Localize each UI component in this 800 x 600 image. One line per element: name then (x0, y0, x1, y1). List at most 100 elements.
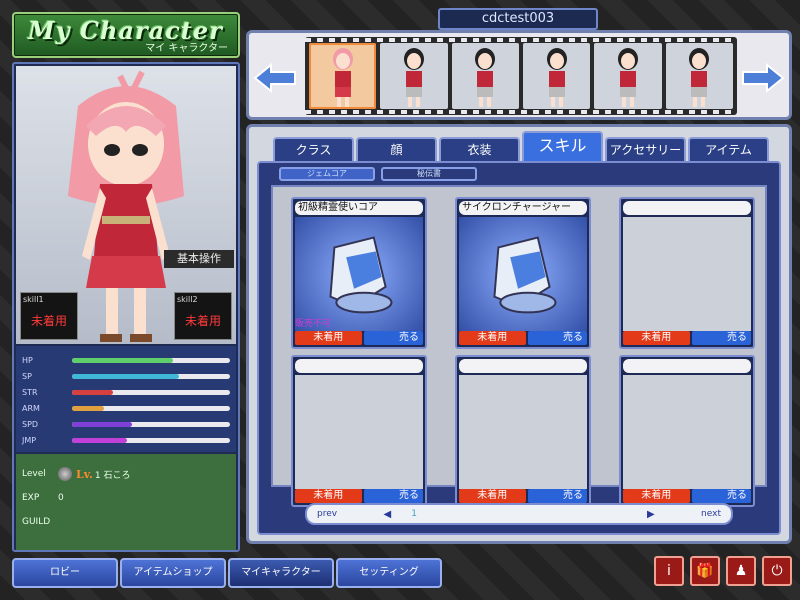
nav-button-3[interactable]: セッティング (336, 558, 442, 588)
item-artwork-icon (329, 236, 393, 314)
item-image[interactable] (623, 375, 751, 489)
nav-button-2[interactable]: マイキャラクター (228, 558, 334, 588)
item-grid: 初級精霊使いコア 販売不可 未着用 売る サイクロンチャージャー 未着用 売る 未着用 売る 未着… (271, 185, 767, 507)
item-card: 未着用 売る (291, 355, 427, 507)
item-name (459, 359, 587, 373)
tab-5[interactable]: アイテム (688, 137, 769, 163)
stat-row: JMP (22, 432, 230, 448)
pagination: prev ◀ 1 ▶ next (305, 503, 733, 525)
character-thumbnail-icon (475, 48, 496, 107)
stats-panel: HP SP STR ARM SPD JMP (16, 346, 236, 452)
inventory-panel: クラス顔衣装 スキル アクセサリー アイテム ジェムコア 秘伝書 初級精霊使いコア販売不… (246, 124, 792, 544)
info-icon[interactable]: i (654, 556, 684, 586)
stat-label: HP (22, 355, 33, 365)
stat-bar (72, 437, 230, 443)
item-name (623, 201, 751, 215)
stat-row: SPD (22, 416, 230, 432)
sell-button[interactable]: 売る (691, 489, 751, 503)
item-image[interactable] (295, 217, 423, 331)
character-slot[interactable] (594, 43, 662, 109)
unequip-button[interactable]: 未着用 (295, 331, 362, 345)
skill-slot-value: 未着用 (30, 314, 67, 328)
person-icon[interactable]: ♟ (726, 556, 756, 586)
stat-bar (72, 389, 230, 395)
guild-label: GUILD (22, 517, 51, 527)
stat-row: HP (22, 352, 230, 368)
tab-1[interactable]: 顔 (356, 137, 437, 163)
skill-slot-value: 未着用 (184, 314, 221, 328)
character-slot[interactable] (309, 43, 377, 109)
stat-label: JMP (22, 435, 37, 445)
stat-bar (72, 421, 230, 427)
unequip-button[interactable]: 未着用 (459, 489, 526, 503)
tab-4[interactable]: アクセサリー (605, 137, 686, 163)
item-artwork-icon (493, 236, 557, 314)
unequip-button[interactable]: 未着用 (623, 489, 690, 503)
tab-3[interactable]: スキル (522, 131, 603, 163)
profile-info: Level Lv. 1 石ころ EXP 0 GUILD (16, 454, 236, 550)
character-preview: 基本操作 skill1 未着用 skill2 未着用 (16, 66, 236, 344)
stat-bar (72, 373, 230, 379)
prev-character-button[interactable] (253, 61, 297, 95)
stat-row: STR (22, 384, 230, 400)
sell-button[interactable]: 売る (527, 489, 587, 503)
sell-button[interactable]: 売る (363, 489, 423, 503)
item-image[interactable] (295, 375, 423, 489)
unequip-button[interactable]: 未着用 (459, 331, 526, 345)
sell-button[interactable]: 売る (691, 331, 751, 345)
basic-operation-label[interactable]: 基本操作 (164, 250, 234, 268)
nav-button-0[interactable]: ロビー (12, 558, 118, 588)
character-slot[interactable] (665, 43, 733, 109)
subtabs: ジェムコア 秘伝書 (279, 167, 477, 181)
character-slot[interactable] (522, 43, 591, 109)
next-character-button[interactable] (741, 61, 785, 95)
character-thumbnail-icon (689, 48, 710, 107)
stat-bar-fill (72, 373, 180, 379)
skill-slot-label: skill2 (177, 295, 198, 304)
stat-row: ARM (22, 400, 230, 416)
prev-page-link[interactable]: prev (317, 509, 337, 519)
item-name (623, 359, 751, 373)
stat-bar-fill (72, 437, 128, 443)
username-label: cdctest003 (438, 8, 598, 30)
stat-bar-fill (72, 421, 133, 427)
subtab-1[interactable]: 秘伝書 (381, 167, 477, 181)
unequip-button[interactable]: 未着用 (295, 489, 362, 503)
stat-label: STR (22, 387, 38, 397)
skill-slot-2[interactable]: skill2 未着用 (174, 292, 232, 340)
not-for-sale-label: 販売不可 (295, 319, 332, 329)
stat-label: SP (22, 371, 32, 381)
subtab-0[interactable]: ジェムコア (279, 167, 375, 181)
character-slot[interactable] (380, 43, 448, 109)
sell-button[interactable]: 売る (527, 331, 587, 345)
stat-bar-fill (72, 405, 104, 411)
next-page-link[interactable]: next (701, 509, 721, 519)
item-actions: 未着用 売る (459, 331, 587, 345)
tab-2[interactable]: 衣装 (439, 137, 520, 163)
character-film-strip (305, 37, 737, 115)
character-thumbnail-icon (332, 48, 353, 107)
rank-rock-icon (58, 467, 72, 481)
item-name: 初級精霊使いコア (295, 201, 423, 215)
item-actions: 未着用 売る (623, 489, 751, 503)
arrow-right-icon (742, 63, 785, 93)
stat-bar-fill (72, 389, 114, 395)
arrow-left-icon (253, 63, 296, 93)
page-left-icon[interactable]: ◀ (384, 509, 392, 520)
item-image[interactable] (459, 375, 587, 489)
unequip-button[interactable]: 未着用 (623, 331, 690, 345)
skill-slot-label: skill1 (23, 295, 44, 304)
sell-button[interactable]: 売る (363, 331, 423, 345)
power-icon[interactable]: ⏻ (762, 556, 792, 586)
nav-button-1[interactable]: アイテムショップ (120, 558, 226, 588)
page-right-icon[interactable]: ▶ (647, 509, 655, 520)
page-subtitle: マイ キャラクター (145, 43, 228, 54)
item-image[interactable] (623, 217, 751, 331)
tab-0[interactable]: クラス (273, 137, 354, 163)
character-slot[interactable] (451, 43, 519, 109)
exp-value: 0 (58, 493, 64, 503)
item-image[interactable] (459, 217, 587, 331)
gift-icon[interactable]: 🎁 (690, 556, 720, 586)
skill-slot-1[interactable]: skill1 未着用 (20, 292, 78, 340)
stat-bar (72, 357, 230, 363)
